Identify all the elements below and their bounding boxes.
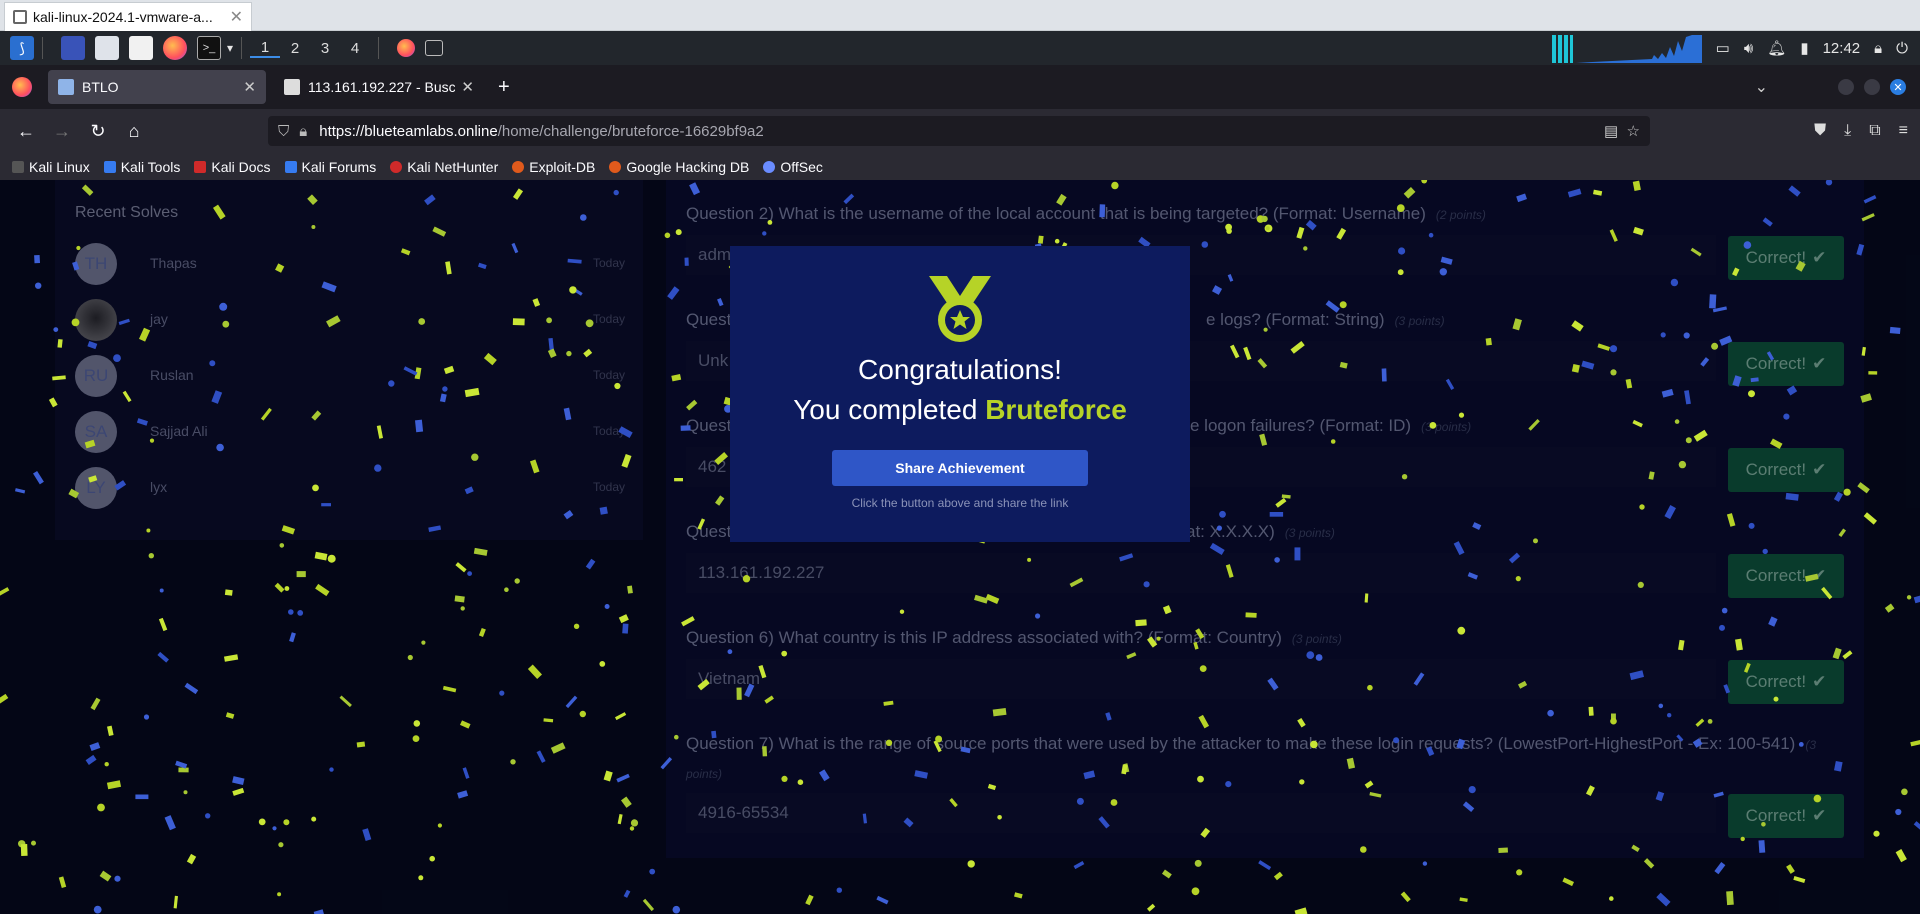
- congratulations-heading: Congratulations!: [858, 354, 1062, 385]
- url-bar[interactable]: ⛉ 🔒︎ https://blueteamlabs.online/home/ch…: [268, 116, 1650, 146]
- pocket-icon[interactable]: ⛊: [1814, 122, 1826, 140]
- text-editor-icon[interactable]: [129, 36, 153, 60]
- lock-icon[interactable]: 🔒︎: [1874, 40, 1882, 57]
- bookmark-label: Kali Forums: [301, 158, 377, 175]
- bookmark-kali-tools[interactable]: Kali Tools: [103, 158, 181, 175]
- workspace-4[interactable]: 4: [340, 40, 370, 57]
- vm-tab-close-icon[interactable]: ✕: [230, 7, 243, 27]
- bookmark-kali-docs[interactable]: Kali Docs: [194, 158, 271, 175]
- file-manager-icon[interactable]: [95, 36, 119, 60]
- menu-icon[interactable]: ≡: [1899, 122, 1908, 140]
- toolbar-buttons: ⛊ ⤓ ⧉ ≡: [1814, 109, 1908, 153]
- home-icon[interactable]: ⌂: [116, 121, 152, 142]
- vm-icon: [13, 10, 27, 24]
- launcher-chevron-down-icon[interactable]: ▾: [227, 41, 233, 55]
- cpu-graph-icon: [1551, 35, 1702, 63]
- tab-btlo[interactable]: BTLO ✕: [48, 70, 266, 104]
- completed-prefix: You completed: [793, 394, 986, 425]
- forward-arrow-icon[interactable]: →: [44, 121, 80, 142]
- challenge-name: Bruteforce: [985, 394, 1127, 425]
- tab-ip-search[interactable]: 113.161.192.227 - Buscar d ✕: [274, 70, 484, 104]
- battery-icon[interactable]: ▮: [1800, 39, 1808, 57]
- maximize-icon[interactable]: [1864, 79, 1880, 95]
- volume-icon[interactable]: 🔊︎: [1744, 40, 1753, 57]
- exploit-db-icon: [512, 160, 525, 173]
- workspace-1[interactable]: 1: [250, 39, 281, 58]
- bookmark-label: Kali Linux: [29, 158, 90, 175]
- bookmarks-toolbar: Kali Linux Kali Tools Kali Docs Kali For…: [0, 153, 1920, 180]
- panel-tray: ▭ 🔊︎ 🔔︎ ▮ 12:42 🔒︎ ⏻: [1551, 31, 1920, 65]
- extensions-icon[interactable]: ⧉: [1869, 122, 1880, 140]
- bookmark-kali-nethunter[interactable]: Kali NetHunter: [390, 159, 498, 175]
- vm-tab-bar: kali-linux-2024.1-vmware-a... ✕: [0, 0, 1920, 31]
- tab-close-icon[interactable]: ✕: [243, 78, 256, 96]
- medal-icon: [929, 276, 991, 342]
- panel-separator: [241, 37, 243, 59]
- kali-forums-icon: [284, 160, 297, 173]
- bookmark-kali-linux[interactable]: Kali Linux: [12, 159, 90, 175]
- firefox-launcher-icon[interactable]: [163, 36, 187, 60]
- share-achievement-button[interactable]: Share Achievement: [832, 450, 1088, 486]
- btlo-favicon-icon: [58, 79, 74, 95]
- new-tab-plus-icon[interactable]: +: [498, 76, 510, 99]
- tracking-shield-icon[interactable]: ⛉: [278, 123, 289, 140]
- reader-view-and-bookmark-star-icon[interactable]: ▤ ☆: [1604, 122, 1640, 140]
- bookmark-kali-forums[interactable]: Kali Forums: [284, 158, 377, 175]
- kali-tools-icon: [103, 160, 116, 173]
- display-icon[interactable]: ▭: [1716, 39, 1730, 57]
- completed-message: You completed Bruteforce: [730, 394, 1190, 426]
- bookmark-label: Exploit-DB: [529, 158, 596, 175]
- taskbar-terminal-icon[interactable]: [425, 40, 444, 56]
- close-window-icon[interactable]: ✕: [1890, 79, 1906, 95]
- desktop-icon[interactable]: [61, 36, 85, 60]
- kali-panel: ⟆ >_ ▾ 1 2 3 4 ▭ 🔊︎ 🔔︎ ▮ 12:42 🔒︎ ⏻: [0, 31, 1920, 65]
- kali-dragon-icon: [12, 160, 24, 173]
- tab-close-icon[interactable]: ✕: [461, 78, 474, 96]
- url-host: https://blueteamlabs.online: [319, 122, 498, 140]
- share-hint: Click the button above and share the lin…: [851, 496, 1069, 510]
- kali-menu-icon[interactable]: ⟆: [10, 36, 34, 60]
- back-arrow-icon[interactable]: ←: [8, 121, 44, 142]
- reload-icon[interactable]: ↻: [80, 121, 116, 142]
- bookmark-label: Kali Tools: [120, 158, 181, 175]
- ghdb-icon: [609, 160, 622, 173]
- notifications-icon[interactable]: 🔔︎: [1767, 39, 1786, 57]
- congratulations-modal: Congratulations! You completed Bruteforc…: [730, 246, 1190, 542]
- kali-docs-icon: [194, 160, 207, 173]
- list-tabs-chevron-icon[interactable]: ⌄: [1755, 77, 1768, 97]
- navigation-bar: ← → ↻ ⌂ ⛉ 🔒︎ https://blueteamlabs.online…: [0, 109, 1920, 153]
- secure-lock-icon[interactable]: 🔒︎: [299, 123, 307, 140]
- vm-tab-title: kali-linux-2024.1-vmware-a...: [33, 9, 213, 25]
- bookmark-offsec[interactable]: OffSec: [763, 159, 823, 175]
- tab-title: 113.161.192.227 - Buscar d: [308, 79, 456, 95]
- bookmark-label: Google Hacking DB: [626, 158, 750, 175]
- bookmark-label: OffSec: [780, 158, 823, 175]
- bookmark-google-hacking-db[interactable]: Google Hacking DB: [609, 159, 749, 175]
- clock[interactable]: 12:42: [1823, 40, 1861, 57]
- vm-tab[interactable]: kali-linux-2024.1-vmware-a... ✕: [4, 2, 252, 31]
- workspace-3[interactable]: 3: [310, 40, 340, 57]
- minimize-icon[interactable]: [1838, 79, 1854, 95]
- page-favicon-icon: [284, 79, 300, 95]
- terminal-icon[interactable]: >_: [197, 36, 221, 60]
- bookmark-label: Kali NetHunter: [407, 158, 499, 175]
- firefox-view-icon[interactable]: [12, 77, 32, 97]
- downloads-icon[interactable]: ⤓: [1844, 122, 1851, 140]
- taskbar-firefox-icon[interactable]: [397, 39, 416, 57]
- tab-strip-controls: ⌄ ✕: [1755, 65, 1906, 109]
- workspace-2[interactable]: 2: [280, 40, 310, 57]
- bookmark-label: Kali Docs: [211, 158, 271, 175]
- panel-separator: [378, 37, 380, 59]
- offsec-icon: [763, 160, 776, 173]
- power-icon[interactable]: ⏻: [1896, 40, 1908, 57]
- bookmark-exploit-db[interactable]: Exploit-DB: [512, 159, 595, 175]
- panel-separator: [42, 37, 43, 59]
- tab-title: BTLO: [82, 79, 119, 95]
- nethunter-icon: [390, 160, 403, 173]
- firefox-tab-strip: BTLO ✕ 113.161.192.227 - Buscar d ✕ + ⌄ …: [0, 65, 1920, 109]
- url-path: /home/challenge/bruteforce-16629bf9a2: [497, 122, 764, 140]
